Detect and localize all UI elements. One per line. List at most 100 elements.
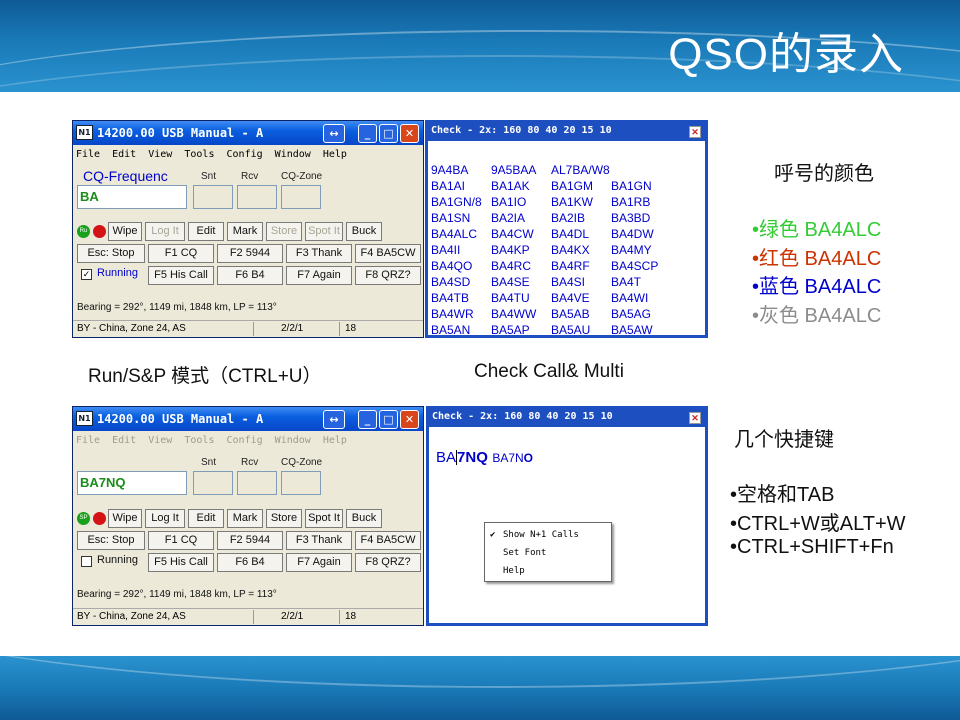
run-mode-indicator[interactable]: Ru: [77, 225, 90, 238]
f1-cq-button[interactable]: F1 CQ: [148, 244, 214, 263]
f7-again-button[interactable]: F7 Again: [286, 553, 352, 572]
sp-mode-indicator[interactable]: SP: [77, 512, 90, 525]
call-entry[interactable]: BA4QO: [431, 258, 491, 274]
check-window-title[interactable]: Check - 2x: 160 80 40 20 15 10: [429, 409, 705, 427]
call-entry[interactable]: BA4WR: [431, 306, 491, 322]
f2-button[interactable]: F2 5944: [217, 244, 283, 263]
menu-config[interactable]: Config: [227, 149, 263, 160]
rcv-input[interactable]: [237, 185, 277, 209]
f3-thank-button[interactable]: F3 Thank: [286, 244, 352, 263]
call-entry[interactable]: BA1KW: [551, 194, 611, 210]
rcv-input[interactable]: [237, 471, 277, 495]
close-icon[interactable]: ✕: [689, 412, 701, 424]
call-entry[interactable]: BA4SCP: [611, 258, 671, 274]
call-entry[interactable]: BA4TB: [431, 290, 491, 306]
call-entry[interactable]: BA3BD: [611, 210, 671, 226]
spot-it-button[interactable]: Spot It: [305, 509, 343, 528]
call-entry[interactable]: BA1GM: [551, 178, 611, 194]
f4-button[interactable]: F4 BA5CW: [355, 244, 421, 263]
call-entry[interactable]: BA5AU: [551, 322, 611, 338]
f8-qrz-button[interactable]: F8 QRZ?: [355, 553, 421, 572]
f2-button[interactable]: F2 5944: [217, 531, 283, 550]
call-entry[interactable]: BA1AI: [431, 178, 491, 194]
call-entry[interactable]: 9A4BA: [431, 162, 491, 178]
call-entry[interactable]: BA4SD: [431, 274, 491, 290]
f8-qrz-button[interactable]: F8 QRZ?: [355, 266, 421, 285]
swap-arrows-icon[interactable]: ↔: [323, 124, 345, 143]
call-entry[interactable]: BA4WW: [491, 306, 551, 322]
running-checkbox[interactable]: ✓: [81, 269, 92, 280]
menu-help[interactable]: Help: [323, 149, 347, 160]
f6-button[interactable]: F6 B4: [217, 553, 283, 572]
call-entry[interactable]: BA4CW: [491, 226, 551, 242]
call-entry[interactable]: BA5AB: [551, 306, 611, 322]
menu-file[interactable]: File: [76, 149, 100, 160]
record-indicator[interactable]: [93, 512, 106, 525]
check-window-title[interactable]: Check - 2x: 160 80 40 20 15 10: [428, 123, 705, 141]
f7-again-button[interactable]: F7 Again: [286, 266, 352, 285]
mark-button[interactable]: Mark: [227, 509, 263, 528]
logger-titlebar[interactable]: N1 14200.00 USB Manual - A ↔ _ □ ✕: [73, 407, 423, 431]
call-entry[interactable]: BA4VE: [551, 290, 611, 306]
record-indicator[interactable]: [93, 225, 106, 238]
cqzone-input[interactable]: [281, 471, 321, 495]
call-entry[interactable]: BA1AK: [491, 178, 551, 194]
menu-view[interactable]: View: [148, 435, 172, 446]
call-entry[interactable]: BA1GN: [611, 178, 671, 194]
cqzone-input[interactable]: [281, 185, 321, 209]
running-checkbox[interactable]: [81, 556, 92, 567]
call-entry[interactable]: BA4WI: [611, 290, 671, 306]
menu-tools[interactable]: Tools: [184, 435, 214, 446]
callsign-input[interactable]: BA7NQ: [77, 471, 187, 495]
call-entry[interactable]: BA2IB: [551, 210, 611, 226]
wipe-button[interactable]: Wipe: [108, 222, 142, 241]
f5-his-call-button[interactable]: F5 His Call: [148, 266, 214, 285]
call-entry[interactable]: BA4T: [611, 274, 671, 290]
call-entry[interactable]: [611, 162, 671, 178]
call-entry[interactable]: BA1IO: [491, 194, 551, 210]
menu-item-show-n1-calls[interactable]: ✔ Show N+1 Calls: [485, 526, 611, 544]
edit-button[interactable]: Edit: [188, 222, 224, 241]
call-entry[interactable]: BA4DW: [611, 226, 671, 242]
call-entry[interactable]: BA2IA: [491, 210, 551, 226]
buck-button[interactable]: Buck: [346, 509, 382, 528]
call-entry[interactable]: BA4TU: [491, 290, 551, 306]
menu-config[interactable]: Config: [227, 435, 263, 446]
snt-input[interactable]: [193, 471, 233, 495]
log-it-button[interactable]: Log It: [145, 222, 185, 241]
buck-button[interactable]: Buck: [346, 222, 382, 241]
call-entry[interactable]: BA4MY: [611, 242, 671, 258]
f5-his-call-button[interactable]: F5 His Call: [148, 553, 214, 572]
mark-button[interactable]: Mark: [227, 222, 263, 241]
call-entry[interactable]: 9A5BAA: [491, 162, 551, 178]
call-entry[interactable]: BA4KX: [551, 242, 611, 258]
close-button[interactable]: ✕: [400, 124, 419, 143]
call-entry[interactable]: BA5AN: [431, 322, 491, 338]
snt-input[interactable]: [193, 185, 233, 209]
store-button[interactable]: Store: [266, 222, 302, 241]
swap-arrows-icon[interactable]: ↔: [323, 410, 345, 429]
callsign-input[interactable]: BA: [77, 185, 187, 209]
call-entry[interactable]: BA5AP: [491, 322, 551, 338]
call-entry[interactable]: BA4DL: [551, 226, 611, 242]
call-entry[interactable]: BA5AW: [611, 322, 671, 338]
menu-item-set-font[interactable]: Set Font: [485, 544, 611, 562]
close-icon[interactable]: ✕: [689, 126, 701, 138]
menu-help[interactable]: Help: [323, 435, 347, 446]
menu-edit[interactable]: Edit: [112, 435, 136, 446]
call-entry[interactable]: BA4II: [431, 242, 491, 258]
f4-button[interactable]: F4 BA5CW: [355, 531, 421, 550]
maximize-button[interactable]: □: [379, 410, 398, 429]
menu-file[interactable]: File: [76, 435, 100, 446]
f3-thank-button[interactable]: F3 Thank: [286, 531, 352, 550]
menu-window[interactable]: Window: [275, 149, 311, 160]
spot-it-button[interactable]: Spot It: [305, 222, 343, 241]
minimize-button[interactable]: _: [358, 124, 377, 143]
call-entry[interactable]: BA4RF: [551, 258, 611, 274]
menu-item-help[interactable]: Help: [485, 562, 611, 580]
call-entry[interactable]: BA1SN: [431, 210, 491, 226]
menu-view[interactable]: View: [148, 149, 172, 160]
call-entry[interactable]: BA4SE: [491, 274, 551, 290]
call-entry[interactable]: BA1GN/8: [431, 194, 491, 210]
call-entry[interactable]: BA4KP: [491, 242, 551, 258]
